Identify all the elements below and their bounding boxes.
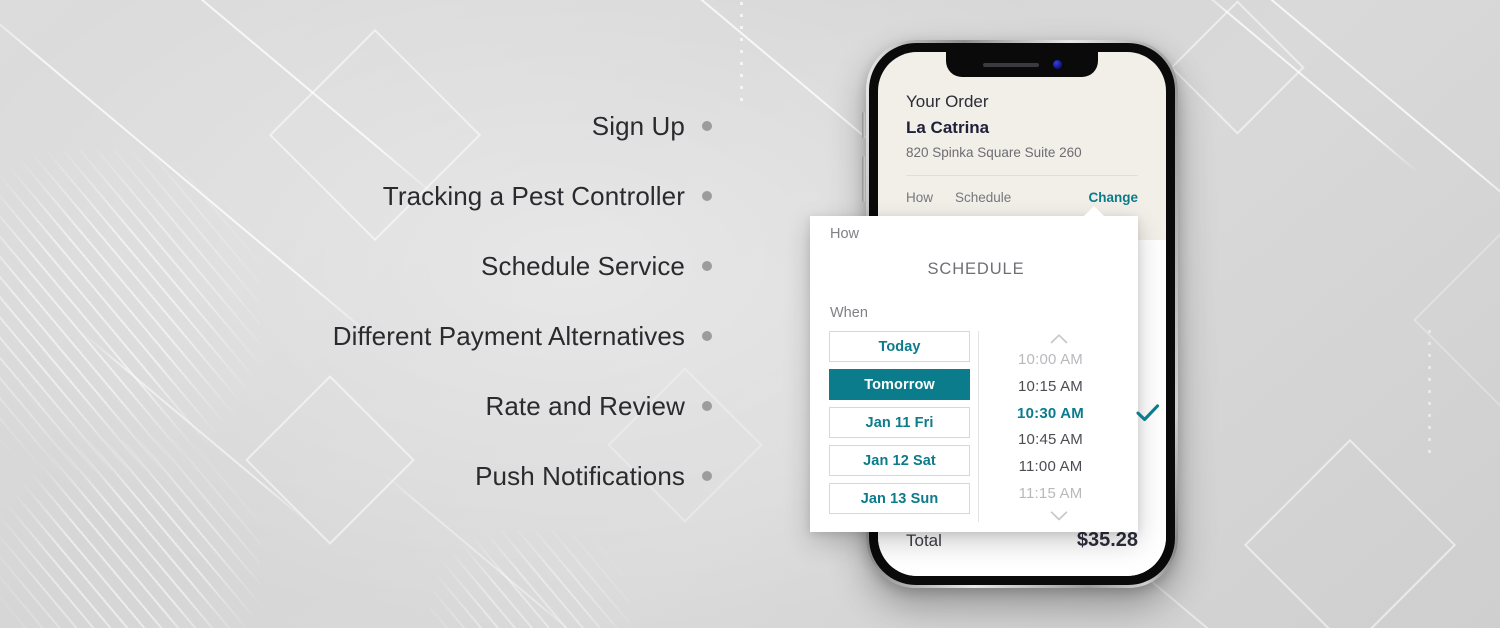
- time-option-label: 10:15 AM: [1018, 377, 1083, 395]
- order-address: 820 Spinka Square Suite 260: [906, 145, 1082, 161]
- bullet-dot-icon: [702, 261, 712, 271]
- day-option-jan-12-sat[interactable]: Jan 12 Sat: [829, 445, 970, 476]
- day-option-label: Jan 11 Fri: [865, 414, 934, 431]
- phone-volume-up-button[interactable]: [862, 156, 865, 202]
- time-option-1015am[interactable]: 10:15 AM: [979, 378, 1138, 395]
- time-option-1030am[interactable]: 10:30 AM: [979, 404, 1160, 422]
- feature-label: Tracking a Pest Controller: [382, 181, 685, 211]
- chevron-up-icon[interactable]: [979, 331, 1138, 345]
- day-option-jan-11-fri[interactable]: Jan 11 Fri: [829, 407, 970, 438]
- bullet-dot-icon: [702, 191, 712, 201]
- feature-list: Sign Up Tracking a Pest Controller Sched…: [0, 0, 712, 628]
- order-total-value: $35.28: [1076, 529, 1138, 551]
- front-camera-icon: [1052, 60, 1062, 69]
- time-option-label: 11:00 AM: [1018, 458, 1083, 476]
- time-option-1100am[interactable]: 11:00 AM: [979, 458, 1138, 475]
- popup-title: SCHEDULE: [927, 260, 1025, 278]
- bullet-dot-icon: [702, 401, 712, 411]
- day-option-label: Jan 12 Sat: [863, 452, 936, 469]
- order-total-label: Total: [906, 531, 942, 550]
- time-option-label: 10:00 AM: [1018, 350, 1083, 368]
- bullet-dot-icon: [702, 471, 712, 481]
- feature-item-different-payment-alternatives[interactable]: Different Payment Alternatives: [333, 323, 712, 349]
- feature-label: Schedule Service: [481, 251, 685, 281]
- check-icon: [1136, 404, 1160, 423]
- feature-item-tracking-a-pest-controller[interactable]: Tracking a Pest Controller: [383, 183, 712, 209]
- order-provider-name: La Catrina: [906, 117, 990, 137]
- time-option-1115am[interactable]: 11:15 AM: [979, 485, 1138, 502]
- popup-caret-icon: [1083, 206, 1105, 217]
- day-option-jan-13-sun[interactable]: Jan 13 Sun: [829, 483, 970, 514]
- feature-label: Different Payment Alternatives: [332, 321, 685, 351]
- tab-how[interactable]: How: [906, 190, 933, 205]
- popup-how-label: How: [830, 226, 860, 242]
- phone-notch: [946, 52, 1098, 77]
- feature-item-push-notifications[interactable]: Push Notifications: [475, 463, 712, 489]
- time-option-1000am[interactable]: 10:00 AM: [979, 351, 1138, 368]
- banner-stage: Sign Up Tracking a Pest Controller Sched…: [0, 0, 1500, 628]
- day-option-label: Jan 13 Sun: [860, 490, 939, 507]
- bullet-dot-icon: [702, 121, 712, 131]
- schedule-popup: How SCHEDULE When Today Tomorrow Jan 11 …: [810, 206, 1160, 532]
- phone-silent-switch[interactable]: [862, 112, 865, 138]
- change-link[interactable]: Change: [1088, 190, 1138, 205]
- speaker-icon: [982, 62, 1039, 67]
- feature-label: Rate and Review: [485, 391, 685, 421]
- time-option-label: 11:15 AM: [1018, 485, 1083, 503]
- feature-item-rate-and-review[interactable]: Rate and Review: [485, 391, 712, 421]
- time-option-list: 10:00 AM 10:15 AM 10:30 AM 10:45 AM 11:0…: [979, 345, 1160, 508]
- feature-item-schedule-service[interactable]: Schedule Service: [481, 253, 712, 279]
- day-selector: Today Tomorrow Jan 11 Fri Jan 12 Sat Jan…: [810, 331, 970, 522]
- order-tab-bar: How Schedule Change: [906, 176, 1138, 205]
- tab-schedule[interactable]: Schedule: [955, 190, 1011, 205]
- day-option-label: Today: [878, 338, 921, 355]
- day-option-label: Tomorrow: [864, 376, 935, 393]
- feature-item-sign-up[interactable]: Sign Up: [592, 113, 712, 139]
- time-option-label: 10:45 AM: [1018, 431, 1083, 449]
- chevron-down-icon[interactable]: [979, 508, 1138, 522]
- popup-when-label: When: [830, 305, 868, 321]
- order-kicker: Your Order: [906, 92, 989, 111]
- bullet-dot-icon: [702, 331, 712, 341]
- order-total-row: Total $35.28: [906, 529, 1138, 552]
- popup-body: Today Tomorrow Jan 11 Fri Jan 12 Sat Jan…: [810, 331, 1160, 522]
- day-option-tomorrow[interactable]: Tomorrow: [829, 369, 970, 400]
- time-option-label: 10:30 AM: [1017, 404, 1084, 422]
- time-option-1045am[interactable]: 10:45 AM: [979, 431, 1138, 448]
- feature-label: Push Notifications: [475, 461, 685, 491]
- day-option-today[interactable]: Today: [829, 331, 970, 362]
- time-selector: 10:00 AM 10:15 AM 10:30 AM 10:45 AM 11:0…: [978, 331, 1160, 522]
- feature-label: Sign Up: [591, 111, 685, 141]
